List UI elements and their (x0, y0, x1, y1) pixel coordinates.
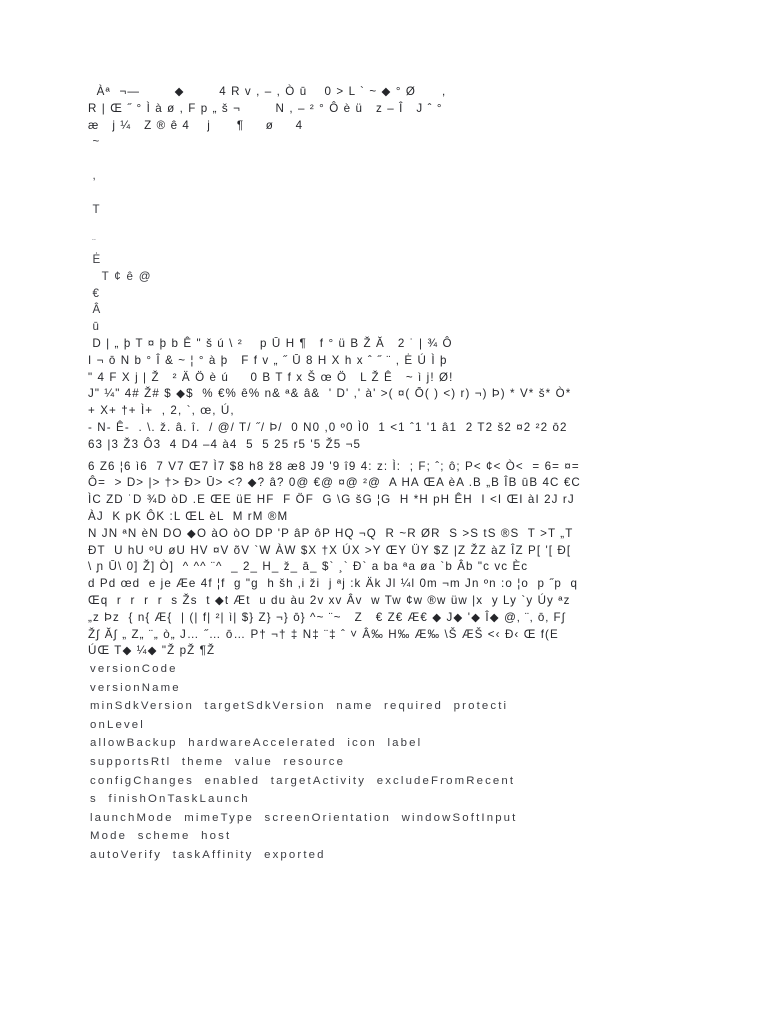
manifest-attribute-line: versionCode (90, 663, 178, 676)
binary-dump-line: æ j ¼ Z ® ê 4 j ¶ ø 4 (88, 118, 304, 132)
binary-dump-line: ÐT U hU ºU øU HV ¤V õV `W ÀW $X †X ÚX >Y… (88, 543, 572, 557)
binary-dump-line: ū (88, 320, 101, 334)
binary-dump-line: J" ¼" 4# Ž# $ ◆$ % €% ê% n& ª& â& ' D' ,… (88, 387, 572, 401)
binary-dump-line: „z Þz { n{ Æ{ | (| f| ²| ì| $} Z} ¬} ō} … (88, 610, 566, 624)
binary-dump-line: - N- Ê- . \. ž. â. î. / @/ T/ ˝/ Þ/ 0 N0… (88, 420, 568, 434)
binary-dump-line: + X+ †+ Ì+ , 2, `, œ, Ú, (88, 404, 235, 418)
binary-dump-line (88, 151, 692, 168)
binary-dump-line: " 4 F X j | Ž ² Ä Ö è ú 0 B T f x Š œ Ö … (88, 370, 454, 384)
binary-dump-line: D | „ þ T ¤ þ b Ê " š ú \ ² p Ū H ¶ f ° … (88, 336, 453, 350)
binary-dump-line: Ė (88, 252, 102, 266)
binary-dump-line: d Pd œd e je Æe 4f ¦f g "g h šh ‚i ži j … (88, 577, 579, 591)
binary-dump-line: ~ (88, 135, 101, 149)
manifest-attribute-line: versionName (90, 681, 181, 694)
manifest-attribute-line: allowBackup hardwareAccelerated icon lab… (90, 737, 423, 750)
binary-dump-line: , (88, 168, 98, 182)
binary-dump-line: € (88, 286, 101, 300)
manifest-attribute-line: supportsRtl theme value resource (90, 756, 346, 769)
binary-dump-line: N JN ªN èN DO ◆O àO òO DP 'P âP ôP HQ ¬Q… (88, 526, 574, 540)
binary-dump-line (88, 185, 692, 202)
binary-dump-line: R | Œ ˝ ° Ì à ø , F p „ š ¬ N , – ² ° Ô … (88, 101, 443, 115)
manifest-attribute-line: s finishOnTaskLaunch (90, 793, 250, 806)
manifest-attribute-line: autoVerify taskAffinity exported (90, 849, 326, 862)
binary-dump-line: Â (88, 303, 102, 317)
manifest-attribute-line: minSdkVersion targetSdkVersion name requ… (90, 700, 509, 713)
document-page: Àª ¬— ◆ 4 R v , – , Ò ū 0 > L ` ~ ◆ ° Ø … (0, 0, 768, 1024)
binary-dump-line: T (88, 202, 101, 216)
manifest-attribute-line: onLevel (90, 718, 145, 731)
binary-dump-line: Àª ¬— ◆ 4 R v , – , Ò ū 0 > L ` ~ ◆ ° Ø … (88, 85, 447, 98)
binary-dump-line: ÚŒ T◆ ¼◆ "Ž pŽ ¶Ž (88, 644, 216, 658)
binary-dump-block: Àª ¬— ◆ 4 R v , – , Ò ū 0 > L ` ~ ◆ ° Ø … (88, 84, 692, 660)
manifest-attribute-block: versionCode versionName minSdkVersion ta… (88, 660, 692, 865)
binary-dump-line: ÀJ K pK ÔK :L ŒL èL M rM ®M (88, 509, 289, 523)
binary-dump-line: 63 |3 Ž3 Ô3 4 D4 –4 à4 5 5 25 r5 '5 Ž5 ¬… (88, 437, 362, 451)
binary-dump-line: ¨ (88, 237, 98, 250)
binary-dump-line: ÌC ZD ˙D ¾D òD .E ŒE üE HF F ÖF G \G šG … (88, 493, 575, 507)
binary-dump-line: Ž∫ Ă∫ „ Z„ ¨„ ò„ J… ˝… ō… P† ¬† ‡ N‡ ¨‡ … (88, 627, 559, 641)
manifest-attribute-line: launchMode mimeType screenOrientation wi… (90, 811, 518, 824)
binary-dump-line: 6 Z6 ¦6 ì6 7 V7 Œ7 Ì7 $8 h8 ž8 æ8 J9 '9 … (88, 459, 580, 473)
binary-dump-line: Œq r r r r s Žs t ◆t Æt u du àu 2v xv Âv… (88, 593, 571, 607)
binary-dump-line: T ¢ ê @ (88, 269, 152, 283)
binary-dump-line (88, 218, 692, 235)
binary-dump-line: I ¬ ō N b ° Î & ~ ¦ ° à þ F f v „ ˝ Ū 8 … (88, 353, 448, 367)
manifest-attribute-line: Mode scheme host (90, 830, 232, 843)
manifest-attribute-line: configChanges enabled targetActivity exc… (90, 774, 516, 787)
document-text-column: Àª ¬— ◆ 4 R v , – , Ò ū 0 > L ` ~ ◆ ° Ø … (88, 84, 692, 865)
binary-dump-line: \ ɲ Ū\ 0] Ž] Ò] ^ ^^ ¨^ _ 2_ H_ ž_ ā_ $`… (88, 560, 529, 574)
binary-dump-line: Ô= > D> |> †> Ð> Ū> <? ◆? â? 0@ €@ ¤@ ²@… (88, 476, 581, 490)
